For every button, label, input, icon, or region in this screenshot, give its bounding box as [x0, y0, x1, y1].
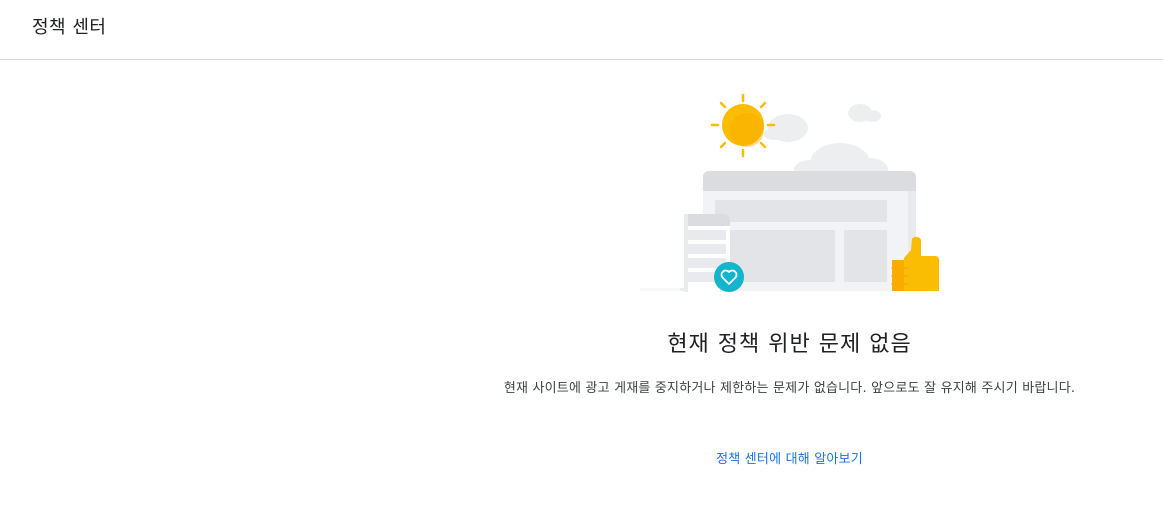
- page-title: 정책 센터: [32, 17, 107, 38]
- heart-icon: [714, 262, 744, 292]
- status-description: 현재 사이트에 광고 게재를 중지하거나 제한하는 문제가 없습니다. 앞으로도…: [503, 381, 1076, 396]
- illustration-svg: [640, 93, 940, 292]
- top-app-bar: 정책 센터: [0, 0, 1163, 60]
- learn-about-policy-center-link[interactable]: 정책 센터에 대해 알아보기: [716, 452, 863, 467]
- no-violations-illustration: [630, 88, 950, 298]
- sun-icon: [710, 93, 776, 158]
- learn-more-container: 정책 센터에 대해 알아보기: [0, 450, 1163, 470]
- ground-fade: [640, 288, 680, 291]
- status-heading: 현재 정책 위반 문제 없음: [667, 332, 912, 357]
